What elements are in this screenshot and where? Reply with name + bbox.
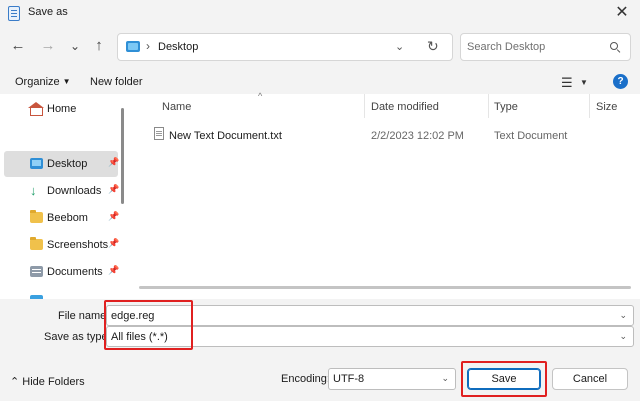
sidebar-item-pictures[interactable] xyxy=(4,288,118,299)
pin-icon[interactable]: 📌 xyxy=(108,211,119,222)
file-type-cell: Text Document xyxy=(494,130,568,142)
desktop-folder-icon xyxy=(126,41,140,52)
column-header-date[interactable]: Date modified xyxy=(371,101,439,113)
chevron-down-icon[interactable]: ⌄ xyxy=(395,40,404,53)
file-name-label: File name: xyxy=(58,310,110,322)
notepad-icon xyxy=(8,6,20,21)
view-options-icon[interactable]: ☰ xyxy=(561,75,573,91)
sidebar-item-beebom[interactable]: Beebom 📌 xyxy=(4,205,119,231)
cancel-button[interactable]: Cancel xyxy=(552,368,628,390)
up-arrow-icon[interactable]: ↑ xyxy=(89,36,109,56)
dropdown-triangle-icon: ▼ xyxy=(62,77,71,86)
file-date-cell: 2/2/2023 12:02 PM xyxy=(371,130,464,142)
forward-arrow-icon[interactable]: → xyxy=(38,36,58,56)
breadcrumb-chevron-icon[interactable]: › xyxy=(146,39,150,53)
home-icon xyxy=(28,102,44,116)
back-arrow-icon[interactable]: ← xyxy=(8,36,28,56)
highlight-box-filename xyxy=(104,300,193,350)
downloads-icon: ↓ xyxy=(30,183,37,198)
window-title: Save as xyxy=(28,6,68,18)
desktop-folder-icon xyxy=(30,158,43,169)
folder-icon xyxy=(30,210,43,223)
chevron-up-icon: ⌃ xyxy=(10,376,20,388)
pin-icon[interactable]: 📌 xyxy=(108,157,119,168)
sidebar-item-label: Screenshots xyxy=(47,239,109,251)
new-folder-button[interactable]: New folder xyxy=(90,76,143,88)
sidebar-item-screenshots[interactable]: Screenshots 📌 xyxy=(4,232,119,258)
sidebar-item-label: Home xyxy=(47,103,77,115)
recent-locations-chevron-icon[interactable]: ⌄ xyxy=(65,36,85,56)
sort-caret-icon: ^ xyxy=(258,91,263,101)
pin-icon[interactable]: 📌 xyxy=(108,238,119,249)
chevron-down-icon[interactable]: ⌄ xyxy=(441,373,449,384)
pictures-icon xyxy=(30,295,43,299)
file-name-cell[interactable]: New Text Document.txt xyxy=(169,130,282,142)
column-divider[interactable] xyxy=(589,94,590,118)
sidebar-item-desktop[interactable]: Desktop 📌 xyxy=(4,151,119,177)
column-header-size[interactable]: Size xyxy=(596,101,617,113)
address-path[interactable]: Desktop xyxy=(158,41,198,53)
horizontal-scrollbar[interactable] xyxy=(139,286,631,289)
title-bar xyxy=(0,0,640,26)
encoding-select[interactable]: UTF-8 ⌄ xyxy=(328,368,456,390)
search-input[interactable]: Search Desktop xyxy=(467,41,545,53)
refresh-icon[interactable]: ↻ xyxy=(427,38,439,55)
dropdown-triangle-icon[interactable]: ▼ xyxy=(580,78,588,87)
column-divider[interactable] xyxy=(364,94,365,118)
encoding-label: Encoding: xyxy=(281,373,330,385)
organize-menu[interactable]: Organize ▼ xyxy=(15,76,71,88)
folder-icon xyxy=(30,237,43,250)
chevron-down-icon[interactable]: ⌄ xyxy=(619,310,627,321)
search-box[interactable]: Search Desktop xyxy=(460,33,631,61)
encoding-value[interactable]: UTF-8 xyxy=(333,373,364,385)
hide-folders-button[interactable]: ⌃ Hide Folders xyxy=(10,375,85,388)
pin-icon[interactable]: 📌 xyxy=(108,184,119,195)
sidebar-scrollbar[interactable] xyxy=(121,108,124,204)
help-icon[interactable]: ? xyxy=(613,74,628,89)
column-header-type[interactable]: Type xyxy=(494,101,518,113)
pin-icon[interactable]: 📌 xyxy=(108,265,119,276)
sidebar-item-downloads[interactable]: ↓ Downloads 📌 xyxy=(4,178,119,204)
highlight-box-save xyxy=(461,361,547,397)
column-divider[interactable] xyxy=(488,94,489,118)
sidebar-item-documents[interactable]: Documents 📌 xyxy=(4,259,119,285)
search-icon[interactable] xyxy=(610,42,618,50)
documents-icon xyxy=(30,266,43,277)
hide-folders-label: Hide Folders xyxy=(22,376,85,388)
text-file-icon xyxy=(154,127,164,140)
chevron-down-icon[interactable]: ⌄ xyxy=(619,331,627,342)
sidebar-item-label: Documents xyxy=(47,266,103,278)
organize-label: Organize xyxy=(15,76,60,88)
save-type-label: Save as type: xyxy=(44,331,111,343)
sidebar-item-label: Downloads xyxy=(47,185,102,197)
sidebar-item-label: Beebom xyxy=(47,212,88,224)
address-bar[interactable]: › Desktop ⌄ ↻ xyxy=(117,33,453,61)
column-header-name[interactable]: Name xyxy=(162,101,191,113)
close-icon[interactable]: ✕ xyxy=(612,3,632,23)
navigation-pane: Home Desktop 📌 ↓ Downloads 📌 Beebom 📌 Sc… xyxy=(0,94,120,299)
sidebar-item-label: Desktop xyxy=(47,158,88,170)
sidebar-item-home[interactable]: Home xyxy=(4,96,118,122)
